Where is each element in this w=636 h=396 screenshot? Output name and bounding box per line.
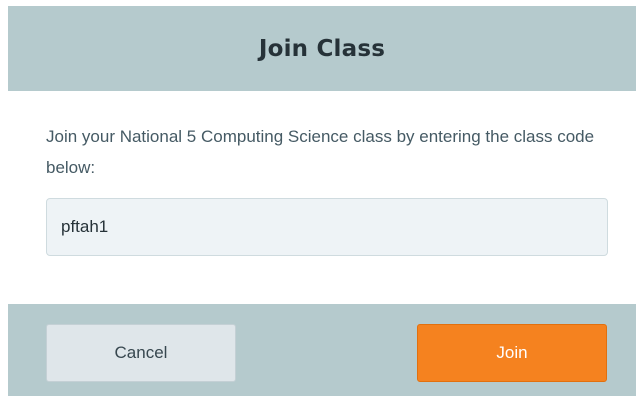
join-button[interactable]: Join (417, 324, 607, 382)
instructions-text: Join your National 5 Computing Science c… (46, 127, 595, 177)
class-code-input[interactable] (46, 198, 608, 256)
cancel-button[interactable]: Cancel (46, 324, 236, 382)
join-class-dialog: Join Class Join your National 5 Computin… (8, 6, 636, 396)
dialog-header: Join Class (8, 6, 636, 91)
dialog-footer: Cancel Join (8, 304, 636, 396)
dialog-body: Join your National 5 Computing Science c… (8, 91, 636, 304)
dialog-title: Join Class (258, 35, 386, 62)
